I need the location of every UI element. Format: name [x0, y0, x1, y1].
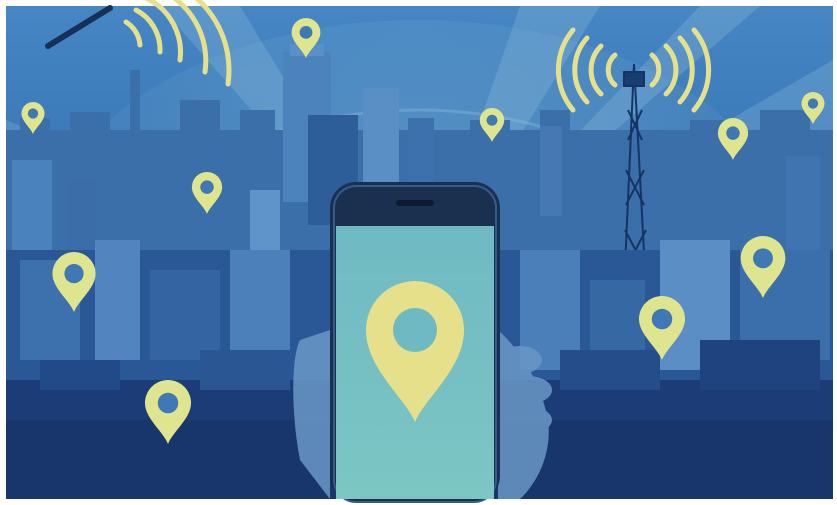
smartphone: [330, 182, 500, 503]
city-smartphone-scene: [0, 0, 837, 505]
phone-speaker: [396, 200, 434, 206]
photo: [6, 0, 833, 503]
